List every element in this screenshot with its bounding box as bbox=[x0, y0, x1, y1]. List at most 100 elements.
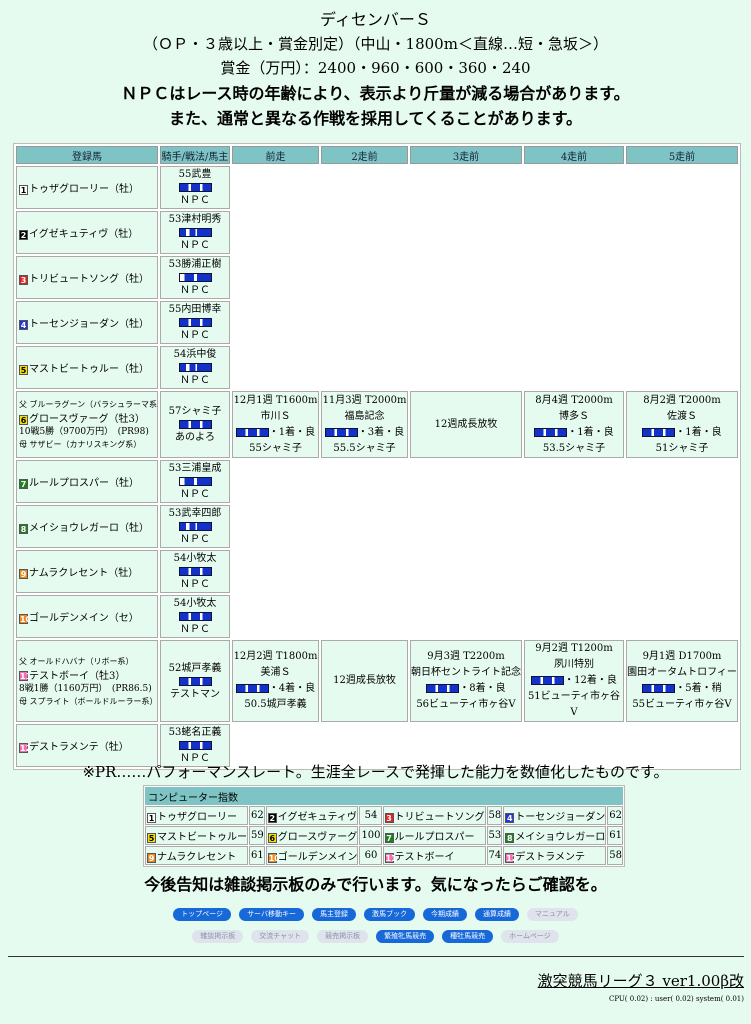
race-result-cell: 11月3週 T2000m 福島記念 ・3着・良 55.5シャミ子 bbox=[321, 391, 408, 458]
horse-name-link[interactable]: イグゼキュティヴ（牡） bbox=[29, 229, 138, 240]
race-jockey: 55ビューティ市ヶ谷V bbox=[632, 699, 732, 710]
nav-button[interactable]: 激馬ブック bbox=[364, 908, 415, 921]
nav-button[interactable]: トップページ bbox=[173, 908, 232, 921]
index-horse-cell: 2 イグゼキュティヴ bbox=[265, 806, 359, 825]
race-result-cell: 12月1週 T1600m 市川Ｓ ・1着・良 55シャミ子 bbox=[232, 391, 319, 458]
post-number-badge: 5 bbox=[19, 364, 28, 375]
race-jockey: 53.5シャミ子 bbox=[542, 442, 606, 454]
race-name: 福島記念 bbox=[344, 410, 385, 422]
jockey-name: 53三浦皇成 bbox=[168, 463, 222, 474]
index-value: 100 bbox=[359, 826, 382, 845]
nav-button[interactable]: 交流チャット bbox=[251, 930, 310, 943]
post-number-badge: 4 bbox=[19, 319, 28, 330]
entry-row: 10ゴールデンメイン（セ） 54小牧太 ＮＰＣ bbox=[16, 595, 738, 638]
race-history-empty bbox=[232, 595, 738, 638]
post-number-badge: 2 bbox=[19, 229, 28, 240]
post-number-badge: 12 bbox=[19, 742, 32, 753]
pr-note: ※PR……パフォーマンスレート。生涯全レースで発揮した能力を数値化したものです。 bbox=[82, 763, 669, 781]
horse-name-link[interactable]: トゥザグローリー（牡） bbox=[29, 184, 139, 195]
jockey-cell: 53勝浦正樹 ＮＰＣ bbox=[160, 256, 230, 299]
index-horse-name: ルールプロスパー bbox=[394, 832, 475, 843]
index-horse-cell: 10ゴールデンメイン bbox=[265, 846, 359, 865]
horse-name-line: 5 マストビートゥルー（牡） bbox=[19, 360, 157, 375]
owner-name: ＮＰＣ bbox=[180, 375, 210, 386]
race-jockey: 51シャミ子 bbox=[655, 442, 709, 454]
col-header: 登録馬 bbox=[16, 146, 158, 164]
index-value: 60 bbox=[359, 846, 382, 865]
sire-text: 父 ブルーラグーン（バラシュラーマ系） bbox=[19, 400, 158, 409]
col-header: 前走 bbox=[232, 146, 319, 164]
post-number-badge: 6 bbox=[267, 832, 277, 843]
nav-button[interactable]: 馬主登録 bbox=[312, 908, 356, 921]
horse-name-link[interactable]: ナムラクレセント（牡） bbox=[29, 568, 138, 579]
nav-button[interactable]: サーバ移動キー bbox=[239, 908, 304, 921]
dam-text: 母 サザビー（カナリスキング系） bbox=[19, 440, 142, 449]
owner-name: ＮＰＣ bbox=[180, 195, 210, 206]
index-value: 54 bbox=[359, 806, 382, 825]
race-finish: ・3着・良 bbox=[357, 426, 405, 438]
jockey-name: 54小牧太 bbox=[173, 598, 217, 609]
silks-icon bbox=[178, 228, 212, 237]
horse-name-link[interactable]: ルールプロスパー（牡） bbox=[29, 478, 139, 489]
race-name: 佐渡Ｓ bbox=[667, 410, 697, 422]
index-horse-name: マストビートゥルー bbox=[157, 832, 247, 843]
owner-name: ＮＰＣ bbox=[180, 489, 210, 500]
horse-name-link[interactable]: メイショウレガーロ（牡） bbox=[29, 523, 149, 534]
col-header: 3走前 bbox=[410, 146, 522, 164]
nav-button[interactable]: 今期成績 bbox=[423, 908, 467, 921]
silks-icon bbox=[426, 684, 460, 693]
horse-cell: 父 ブルーラグーン（バラシュラーマ系） 6 グロースヴァーグ（牡3） 10戦5勝（97… bbox=[16, 391, 158, 458]
horse-name-link[interactable]: ゴールデンメイン（セ） bbox=[29, 613, 139, 624]
index-value: 61 bbox=[607, 826, 623, 845]
race-date: 8月2週 T2000m bbox=[643, 394, 721, 406]
race-conditions: （ＯＰ・３歳以上・賞金別定）（中山・1800m＜直線…短・急坂＞） bbox=[143, 35, 608, 53]
nav-button[interactable]: 通算成績 bbox=[475, 908, 519, 921]
horse-name-link[interactable]: デストラメンテ（牡） bbox=[29, 742, 129, 753]
horse-name-link[interactable]: グロースヴァーグ（牡3） bbox=[29, 414, 145, 425]
index-value: 62 bbox=[607, 806, 623, 825]
race-jockey: 55シャミ子 bbox=[249, 442, 302, 454]
horse-name-link[interactable]: マストビートゥルー（牡） bbox=[29, 364, 149, 375]
version-link[interactable]: 激突競馬リーグ３ ver1.00β改 bbox=[538, 970, 744, 991]
horse-name-link[interactable]: トーセンジョーダン（牡） bbox=[29, 319, 149, 330]
nav-button[interactable]: 雑談掲示板 bbox=[192, 930, 244, 943]
post-number-badge: 4 bbox=[505, 812, 515, 823]
race-result-cell: 12月2週 T1800m 美浦Ｓ ・4着・良 50.5城戸孝義 bbox=[232, 640, 319, 722]
index-horse-name: ゴールデンメイン bbox=[277, 852, 358, 863]
nav-button[interactable]: 種牡馬競売 bbox=[442, 930, 494, 943]
index-value: 61 bbox=[249, 846, 265, 865]
nav-button[interactable]: 繁殖牝馬競売 bbox=[376, 930, 435, 943]
horse-name-link[interactable]: トリビュートソング（牡） bbox=[29, 274, 149, 285]
jockey-name: 54小牧太 bbox=[173, 553, 217, 564]
footer-divider bbox=[8, 956, 744, 957]
race-date: 9月2週 T1200m bbox=[535, 643, 613, 654]
post-number-badge: 8 bbox=[19, 523, 28, 534]
post-number-badge: 7 bbox=[384, 832, 394, 843]
index-horse-cell: 8 メイショウレガーロ bbox=[503, 826, 607, 845]
post-number-badge: 9 bbox=[147, 852, 156, 863]
horse-cell: 7 ルールプロスパー（牡） bbox=[16, 460, 158, 503]
jockey-name: 54浜中俊 bbox=[173, 349, 217, 360]
record-text: 10戦5勝（9700万円） (PR98) bbox=[19, 427, 149, 437]
index-horse-cell: 9 ナムラクレセント bbox=[145, 846, 248, 865]
col-header: 5走前 bbox=[626, 146, 738, 164]
index-value: 62 bbox=[249, 806, 265, 825]
horse-name-link[interactable]: テストボーイ（牡3） bbox=[29, 671, 125, 682]
entry-row: 父 オールドハバナ（リボー系） 11テストボーイ（牡3） 8戦1勝（1160万円） … bbox=[16, 640, 738, 722]
index-horse-name: トーセンジョーダン bbox=[515, 812, 606, 823]
silks-icon bbox=[178, 273, 212, 282]
race-jockey: 56ビューティ市ヶ谷V bbox=[416, 699, 516, 710]
owner-name: あのよろ bbox=[175, 432, 215, 443]
col-header: 4走前 bbox=[524, 146, 624, 164]
index-horse-name: ナムラクレセント bbox=[157, 852, 237, 863]
horse-cell: 2 イグゼキュティヴ（牡） bbox=[16, 211, 158, 254]
post-number-badge: 3 bbox=[384, 812, 394, 823]
horse-name-line: 1 トゥザグローリー（牡） bbox=[19, 180, 157, 195]
nav-button[interactable]: マニュアル bbox=[527, 908, 578, 921]
nav-button[interactable]: ホームページ bbox=[501, 930, 559, 943]
col-header: 騎手/戦法/馬主 bbox=[160, 146, 230, 164]
race-result-cell: 9月2週 T1200m 夙川特別 ・12着・良 51ビューティ市ヶ谷V bbox=[524, 640, 624, 722]
race-date: 9月1週 D1700m bbox=[642, 651, 722, 662]
nav-button[interactable]: 競売掲示板 bbox=[317, 930, 369, 943]
race-finish: ・1着・良 bbox=[675, 426, 722, 438]
